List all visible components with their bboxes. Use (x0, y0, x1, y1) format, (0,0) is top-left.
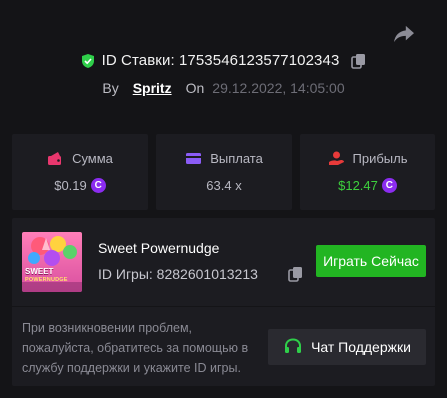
wallet-icon (47, 150, 64, 167)
stat-profit: Прибыль $12.47 C (300, 134, 435, 210)
stat-payout-value: 63.4 x (206, 178, 242, 193)
thumbnail-title: SWEET (25, 267, 54, 276)
bet-date: 29.12.2022, 14:05:00 (212, 80, 345, 96)
game-card: SWEET POWERNUDGE Sweet Powernudge ID Игр… (12, 218, 435, 386)
by-label: By (102, 80, 119, 96)
bet-meta-row: By Spritz On 29.12.2022, 14:05:00 (0, 80, 447, 96)
coin-icon: C (90, 178, 106, 193)
stat-sum-value: $0.19 (54, 178, 87, 193)
hand-coin-icon (328, 150, 345, 167)
thumbnail-subtitle: POWERNUDGE (25, 277, 68, 283)
bet-details-panel: ID Ставки: 1753546123577102343 By Spritz… (0, 0, 447, 398)
username-link[interactable]: Spritz (133, 80, 172, 96)
card-icon (185, 150, 202, 167)
share-icon[interactable] (392, 22, 416, 46)
stat-sum-label: Сумма (72, 151, 113, 166)
headset-icon (283, 337, 303, 357)
stat-sum: Сумма $0.19 C (12, 134, 148, 210)
support-help-text: При возникновении проблем, пожалуйста, о… (22, 321, 249, 375)
copy-icon[interactable] (351, 53, 367, 69)
stat-payout-label: Выплата (210, 151, 263, 166)
coin-icon: C (381, 178, 397, 193)
shield-check-icon (80, 53, 96, 69)
game-thumbnail[interactable]: SWEET POWERNUDGE (22, 232, 82, 292)
bet-id: ID Ставки: 1753546123577102343 (101, 52, 340, 69)
game-id: ID Игры: 8282601013213 (98, 266, 258, 282)
on-label: On (185, 80, 205, 96)
play-now-button[interactable]: Играть Сейчас (316, 245, 426, 277)
stat-payout: Выплата 63.4 x (156, 134, 292, 210)
stat-profit-label: Прибыль (352, 151, 408, 166)
game-name: Sweet Powernudge (98, 240, 220, 256)
support-chat-button[interactable]: Чат Поддержки (268, 329, 426, 365)
copy-icon[interactable] (288, 266, 304, 282)
support-button-label: Чат Поддержки (311, 339, 411, 355)
stat-profit-value: $12.47 (338, 178, 378, 193)
bet-id-row: ID Ставки: 1753546123577102343 (0, 52, 447, 69)
divider (12, 306, 435, 307)
